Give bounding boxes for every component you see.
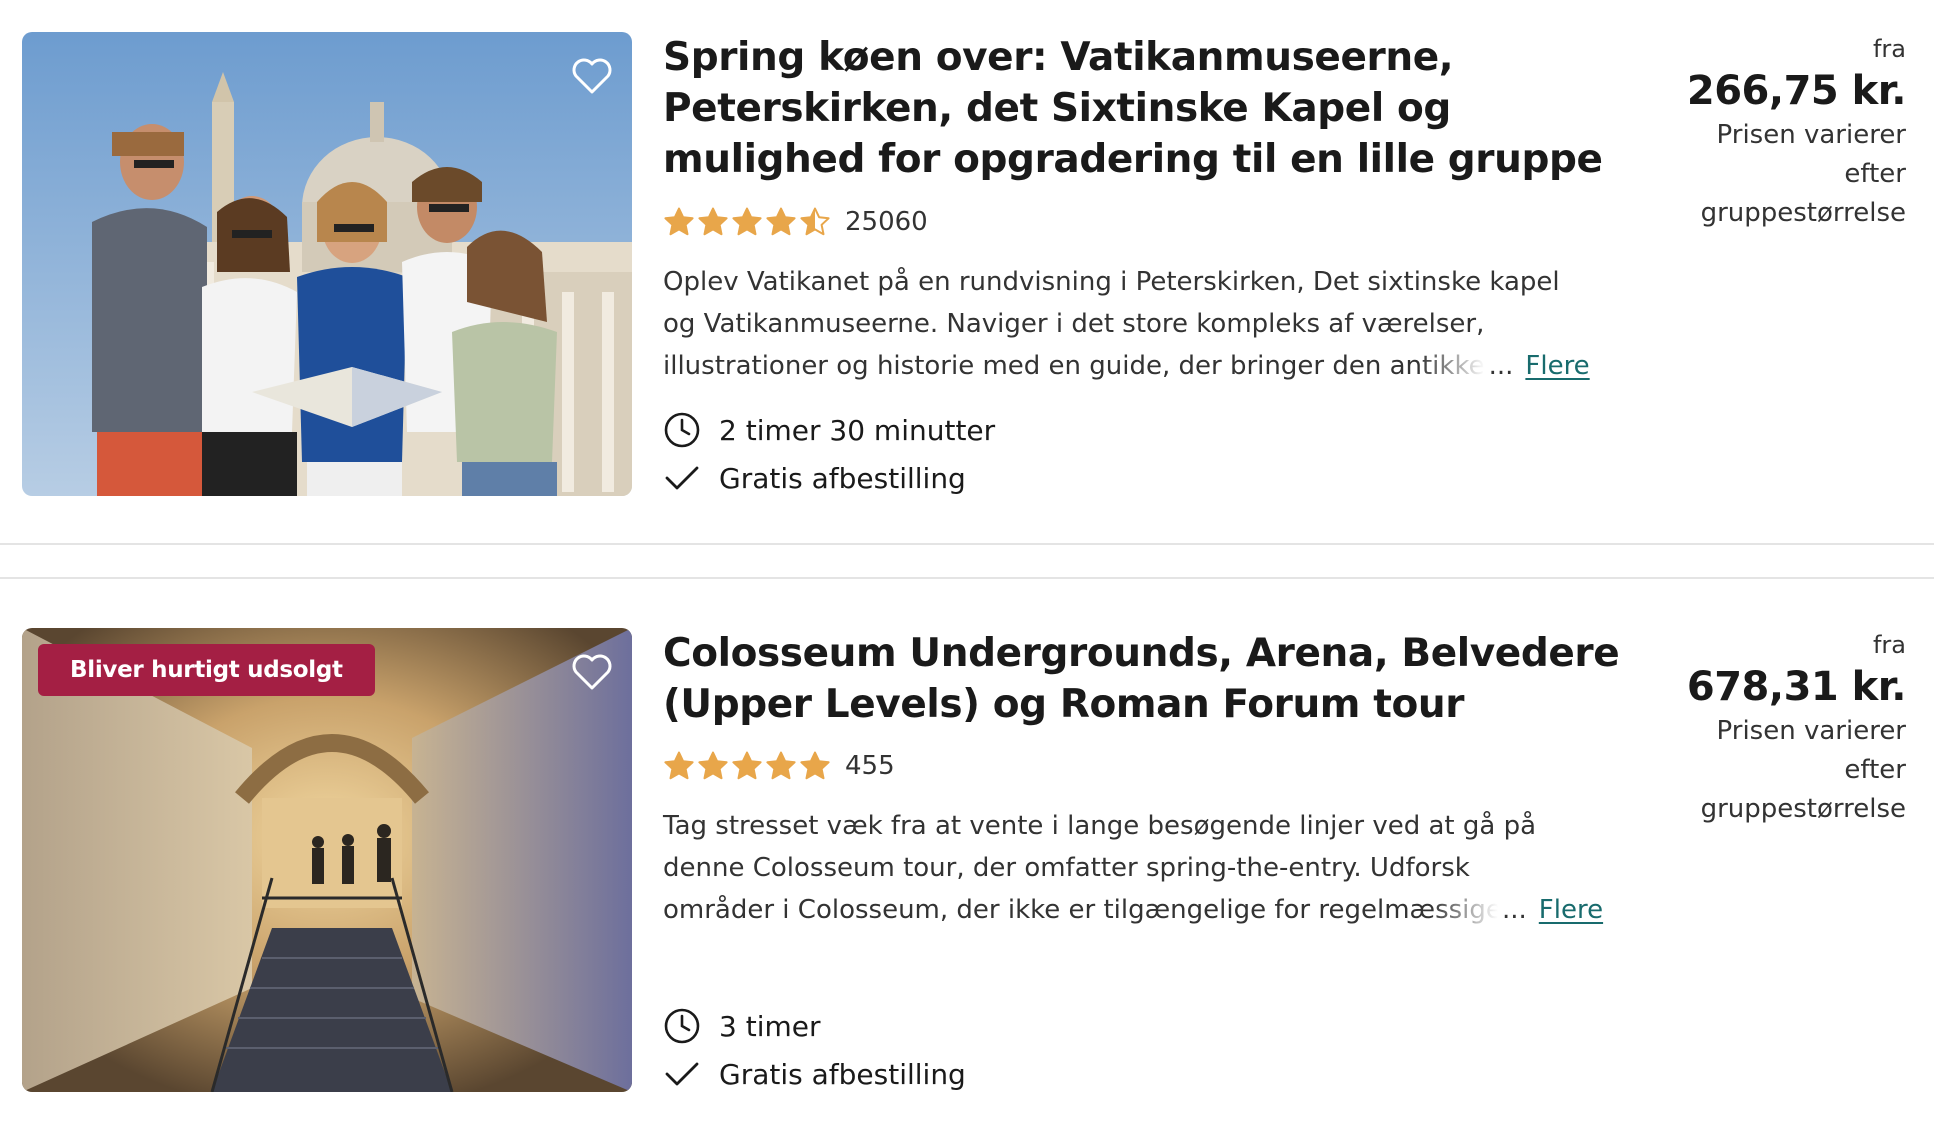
price-note: gruppestørrelse xyxy=(1700,794,1906,824)
duration: 3 timer xyxy=(663,1004,821,1048)
description-line: og Vatikanmuseerne. Naviger i det store … xyxy=(663,309,1485,339)
listing-card[interactable]: Bliver hurtigt udsolgt Colosseum Undergr… xyxy=(0,628,1934,1094)
rating: 25060 xyxy=(663,202,928,242)
star-icon xyxy=(664,751,694,780)
duration-text: 2 timer 30 minutter xyxy=(719,413,996,447)
duration: 2 timer 30 minutter xyxy=(663,408,995,452)
cancellation-text: Gratis afbestilling xyxy=(719,461,966,495)
review-count: 455 xyxy=(845,751,895,781)
star-icon xyxy=(698,207,728,236)
checkmark-icon xyxy=(665,1062,699,1086)
price-block: fra 678,31 kr. Prisen varierer efter gru… xyxy=(1646,628,1907,829)
description-line: denne Colosseum tour, der omfatter sprin… xyxy=(663,853,1470,883)
cancellation-text: Gratis afbestilling xyxy=(719,1057,966,1091)
ellipsis: ... xyxy=(1488,351,1514,381)
price-block: fra 266,75 kr. Prisen varierer efter gru… xyxy=(1646,32,1907,233)
checkmark-icon xyxy=(665,466,699,490)
heart-icon[interactable] xyxy=(570,56,614,96)
listing-title[interactable]: Spring køen over: Vatikanmuseerne, Peter… xyxy=(663,32,1633,185)
more-link[interactable]: Flere xyxy=(1525,345,1589,387)
star-rating xyxy=(663,206,831,238)
price-amount: 678,31 kr. xyxy=(1686,664,1907,710)
price-note: Prisen varierer xyxy=(1716,716,1906,746)
star-icon xyxy=(698,751,728,780)
colosseum-underground-corridor-photo-icon xyxy=(22,628,632,1092)
star-icon xyxy=(664,207,694,236)
listing-description: Oplev Vatikanet på en rundvisning i Pete… xyxy=(663,261,1618,387)
star-icon xyxy=(800,207,830,236)
price-note: Prisen varierer xyxy=(1716,120,1906,150)
price-note: efter xyxy=(1844,755,1906,785)
clock-icon xyxy=(664,1008,700,1044)
tour-photo[interactable] xyxy=(22,32,632,496)
listing-description: Tag stresset væk fra at vente i lange be… xyxy=(663,805,1618,931)
description-line: Tag stresset væk fra at vente i lange be… xyxy=(663,811,1537,841)
free-cancellation: Gratis afbestilling xyxy=(663,1052,966,1096)
star-icon xyxy=(766,207,796,236)
heart-icon[interactable] xyxy=(570,652,614,692)
description-line: illustrationer og historie med en guide,… xyxy=(663,351,1485,381)
listing-card[interactable]: Spring køen over: Vatikanmuseerne, Peter… xyxy=(0,32,1934,498)
price-from-label: fra xyxy=(1872,35,1906,63)
description-line: Oplev Vatikanet på en rundvisning i Pete… xyxy=(663,267,1560,297)
star-icon xyxy=(732,207,762,236)
listing-title[interactable]: Colosseum Undergrounds, Arena, Belvedere… xyxy=(663,628,1633,730)
star-icon xyxy=(766,751,796,780)
review-count: 25060 xyxy=(845,207,928,237)
star-rating xyxy=(663,750,831,782)
rating: 455 xyxy=(663,746,895,786)
free-cancellation: Gratis afbestilling xyxy=(663,456,966,500)
price-note: gruppestørrelse xyxy=(1700,198,1906,228)
price-note: efter xyxy=(1844,159,1906,189)
price-amount: 266,75 kr. xyxy=(1686,68,1907,114)
ellipsis: ... xyxy=(1502,895,1527,925)
price-from-label: fra xyxy=(1872,631,1906,659)
divider xyxy=(0,543,1934,545)
star-icon xyxy=(732,751,762,780)
more-link[interactable]: Flere xyxy=(1539,889,1603,931)
clock-icon xyxy=(664,412,700,448)
duration-text: 3 timer xyxy=(719,1009,821,1043)
tour-photo[interactable]: Bliver hurtigt udsolgt xyxy=(22,628,632,1092)
vatican-tour-group-photo-icon xyxy=(22,32,632,496)
star-icon xyxy=(800,751,830,780)
selling-fast-badge: Bliver hurtigt udsolgt xyxy=(38,644,375,696)
divider xyxy=(0,577,1934,579)
description-line: områder i Colosseum, der ikke er tilgæng… xyxy=(663,895,1498,925)
